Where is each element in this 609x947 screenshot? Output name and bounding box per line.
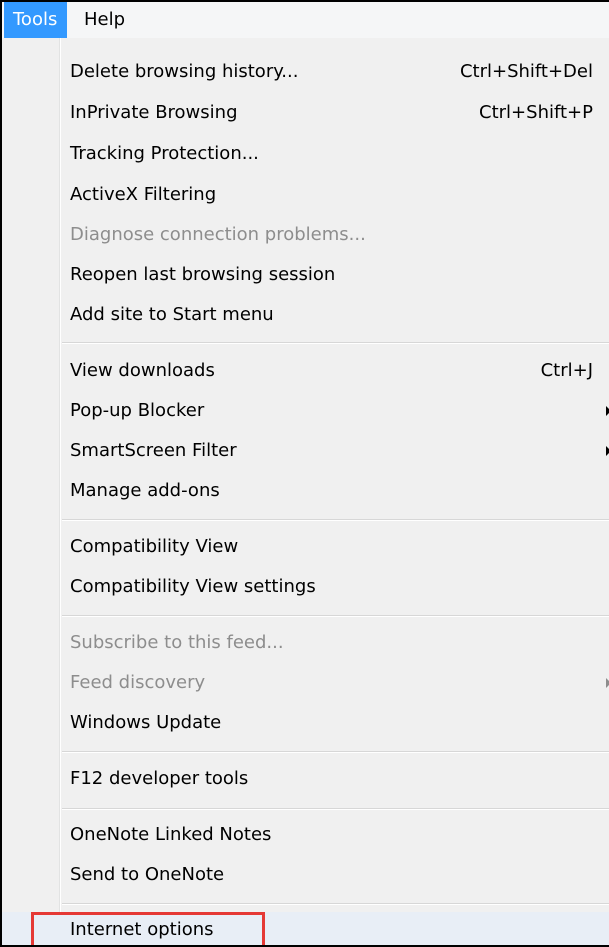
menu-item-compatibility-view-settings[interactable]: Compatibility View settings xyxy=(2,567,609,607)
menu-item-label: Delete browsing history... xyxy=(70,61,299,82)
menu-separator xyxy=(62,615,609,617)
menu-item-label: Add site to Start menu xyxy=(70,304,274,325)
menu-help[interactable]: Help xyxy=(75,2,134,38)
callout-highlight-box xyxy=(31,912,265,945)
menu-item-add-site-to-start-menu[interactable]: Add site to Start menu xyxy=(2,295,609,335)
menu-item-tracking-protection[interactable]: Tracking Protection... xyxy=(2,134,609,174)
menu-item-shortcut: Ctrl+Shift+P xyxy=(479,102,593,123)
menu-item-view-downloads[interactable]: View downloads Ctrl+J xyxy=(2,351,609,391)
menu-item-shortcut: Ctrl+Shift+Del xyxy=(459,61,593,82)
menu-item-compatibility-view[interactable]: Compatibility View xyxy=(2,527,609,567)
menu-item-windows-update[interactable]: Windows Update xyxy=(2,703,609,743)
menu-item-label: Manage add-ons xyxy=(70,480,220,501)
menu-item-smartscreen-filter[interactable]: SmartScreen Filter xyxy=(2,431,609,471)
menu-separator xyxy=(62,519,609,521)
menu-item-activex-filtering[interactable]: ActiveX Filtering xyxy=(2,175,609,215)
menu-item-label: Pop-up Blocker xyxy=(70,400,205,421)
menu-separator xyxy=(62,342,609,344)
menu-item-manage-add-ons[interactable]: Manage add-ons xyxy=(2,471,609,511)
tools-dropdown-menu: Delete browsing history... Ctrl+Shift+De… xyxy=(2,38,609,945)
menu-item-label: Reopen last browsing session xyxy=(70,264,336,285)
menu-item-label: Diagnose connection problems... xyxy=(70,224,366,245)
menu-item-send-to-onenote[interactable]: Send to OneNote xyxy=(2,855,609,895)
menu-item-label: Tracking Protection... xyxy=(70,143,259,164)
menu-item-label: Subscribe to this feed... xyxy=(70,632,284,653)
menu-tools[interactable]: Tools xyxy=(4,2,67,38)
menu-item-feed-discovery: Feed discovery xyxy=(2,663,609,703)
menu-item-label: InPrivate Browsing xyxy=(70,102,238,123)
menu-item-delete-browsing-history[interactable]: Delete browsing history... Ctrl+Shift+De… xyxy=(2,52,609,92)
menu-separator xyxy=(62,751,609,753)
menu-item-label: View downloads xyxy=(70,360,215,381)
menu-separator xyxy=(62,903,609,905)
menu-item-label: Compatibility View xyxy=(70,536,239,557)
menu-item-label: OneNote Linked Notes xyxy=(70,824,272,845)
menu-item-shortcut: Ctrl+J xyxy=(540,360,593,381)
screenshot: Tools Help Delete browsing history... Ct… xyxy=(0,0,609,947)
menu-item-inprivate-browsing[interactable]: InPrivate Browsing Ctrl+Shift+P xyxy=(2,93,609,133)
menu-item-label: F12 developer tools xyxy=(70,768,249,789)
menu-item-label: Windows Update xyxy=(70,712,222,733)
menu-item-label: Send to OneNote xyxy=(70,864,225,885)
menu-item-label: ActiveX Filtering xyxy=(70,184,217,205)
menu-separator xyxy=(62,808,609,810)
menu-item-diagnose-connection-problems: Diagnose connection problems... xyxy=(2,215,609,255)
menu-item-label: SmartScreen Filter xyxy=(70,440,237,461)
menu-item-onenote-linked-notes[interactable]: OneNote Linked Notes xyxy=(2,815,609,855)
menu-item-f12-developer-tools[interactable]: F12 developer tools xyxy=(2,759,609,799)
menu-item-subscribe-to-this-feed: Subscribe to this feed... xyxy=(2,623,609,663)
menu-item-reopen-last-browsing-session[interactable]: Reopen last browsing session xyxy=(2,255,609,295)
menu-item-label: Feed discovery xyxy=(70,672,206,693)
menu-bar: Tools Help xyxy=(2,2,609,38)
menu-item-popup-blocker[interactable]: Pop-up Blocker xyxy=(2,391,609,431)
menu-item-label: Compatibility View settings xyxy=(70,576,316,597)
